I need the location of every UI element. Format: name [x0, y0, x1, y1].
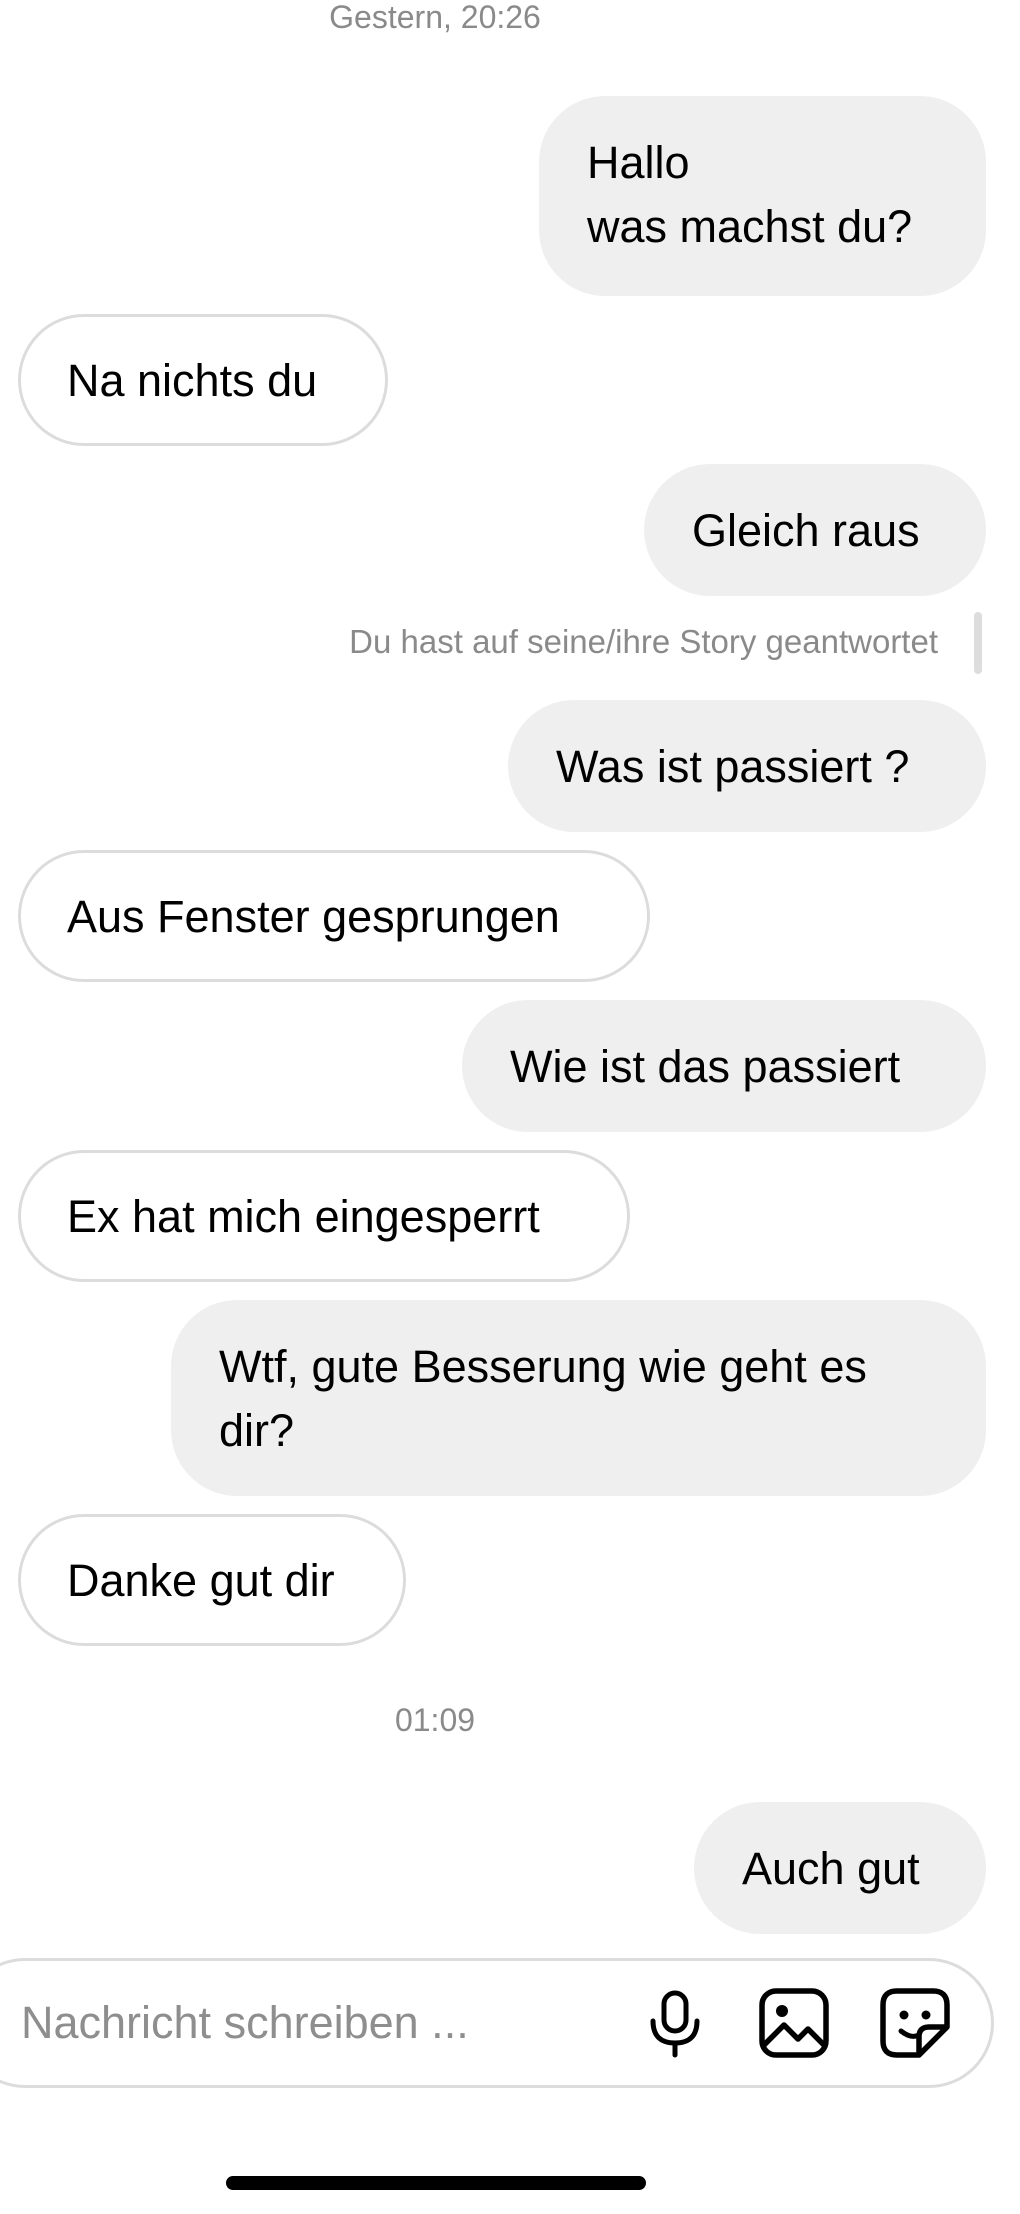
message-sent[interactable]: Was ist passiert ? [508, 700, 986, 832]
timestamp-yesterday: Gestern, 20:26 [329, 0, 541, 35]
message-input[interactable] [21, 1961, 581, 2085]
microphone-icon[interactable] [637, 1985, 713, 2061]
message-received[interactable]: Ex hat mich eingesperrt [18, 1150, 630, 1282]
sticker-icon[interactable] [877, 1985, 953, 2061]
story-reply-note: Du hast auf seine/ihre Story geantwortet [349, 623, 938, 660]
timestamp-today: 01:09 [394, 1702, 476, 1738]
message-received[interactable]: Na nichts du [18, 314, 388, 446]
message-sent[interactable]: Wtf, gute Besserung wie geht es dir? [171, 1300, 986, 1496]
message-sent[interactable]: Hallo was machst du? [539, 96, 986, 296]
message-sent[interactable]: Wie ist das passiert [462, 1000, 986, 1132]
home-indicator [226, 2176, 646, 2190]
message-received[interactable]: Aus Fenster gesprungen [18, 850, 650, 982]
message-composer [0, 1958, 994, 2088]
message-sent[interactable]: Auch gut [694, 1802, 986, 1934]
message-sent[interactable]: Gleich raus [644, 464, 986, 596]
message-received[interactable]: Danke gut dir [18, 1514, 406, 1646]
story-preview-bar[interactable] [974, 612, 982, 674]
image-icon[interactable] [756, 1985, 832, 2061]
